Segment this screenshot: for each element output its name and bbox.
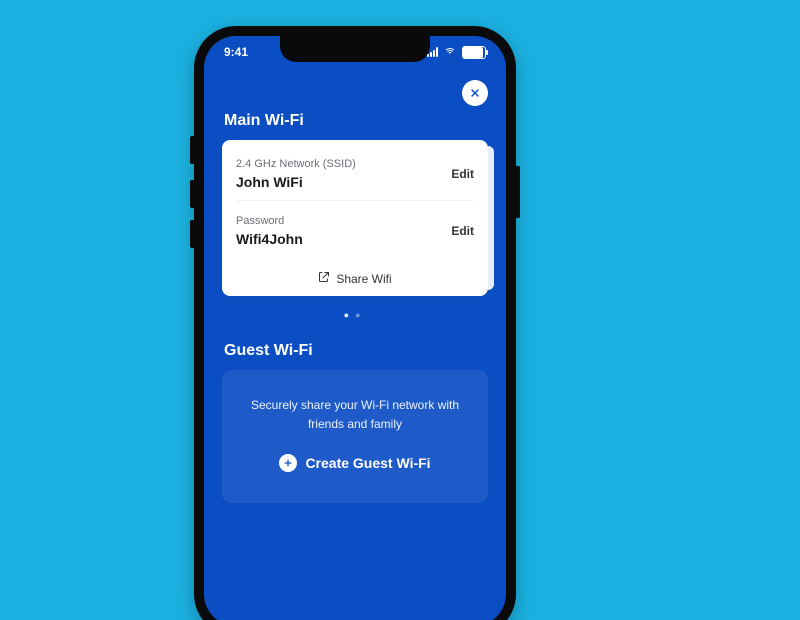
share-wifi-button[interactable]: Share Wifi — [236, 259, 474, 286]
main-wifi-title: Main Wi-Fi — [224, 112, 488, 130]
page-indicator: ●● — [222, 310, 488, 320]
edit-password-button[interactable]: Edit — [451, 224, 474, 238]
main-wifi-card: 2.4 GHz Network (SSID) John WiFi Edit Pa… — [222, 140, 488, 296]
share-icon — [318, 271, 330, 286]
next-card-peek[interactable] — [488, 146, 494, 290]
wifi-icon — [443, 45, 457, 59]
password-value: Wifi4John — [236, 231, 303, 247]
ssid-value: John WiFi — [236, 174, 356, 190]
edit-ssid-button[interactable]: Edit — [451, 167, 474, 181]
status-time: 9:41 — [224, 45, 248, 59]
cellular-icon — [427, 47, 438, 57]
plus-icon — [279, 454, 297, 472]
guest-wifi-title: Guest Wi-Fi — [224, 342, 488, 360]
battery-icon — [462, 46, 486, 59]
close-button[interactable] — [462, 80, 488, 106]
guest-wifi-panel: Securely share your Wi-Fi network with f… — [222, 370, 488, 503]
password-label: Password — [236, 215, 303, 227]
share-wifi-label: Share Wifi — [336, 272, 391, 286]
phone-frame: 9:41 — [194, 26, 516, 620]
status-bar: 9:41 — [204, 42, 506, 62]
phone-screen: 9:41 — [204, 36, 506, 620]
guest-wifi-description: Securely share your Wi-Fi network with f… — [240, 396, 470, 434]
create-guest-wifi-label: Create Guest Wi-Fi — [305, 455, 430, 471]
ssid-label: 2.4 GHz Network (SSID) — [236, 158, 356, 170]
create-guest-wifi-button[interactable]: Create Guest Wi-Fi — [279, 454, 430, 472]
